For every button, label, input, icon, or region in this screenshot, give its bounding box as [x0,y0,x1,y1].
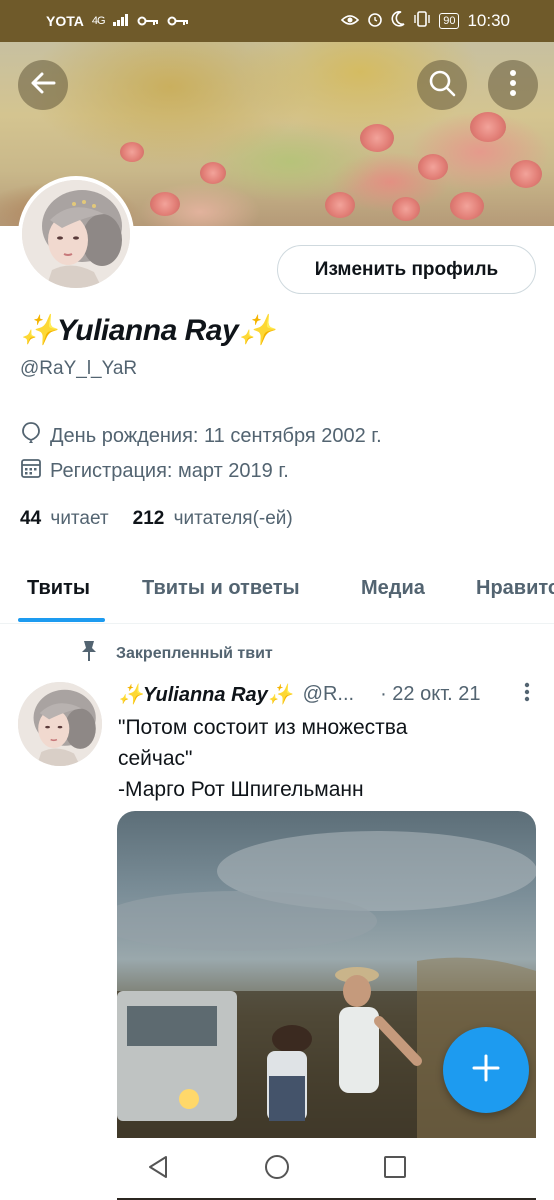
avatar-portrait-image [18,682,102,766]
battery-level: 90 [439,13,460,29]
more-options-button[interactable] [488,60,538,110]
vpn-key-icon [167,13,189,30]
tweet-text-line: сейчас" [118,747,193,770]
following-link[interactable]: 44 читает [20,508,109,530]
compose-tweet-button[interactable] [443,1027,529,1113]
tweet-more-button[interactable] [515,682,538,702]
joined-row: Регистрация: март 2019 г. [20,457,289,485]
balloon-icon [20,421,42,451]
following-label: читает [50,508,109,529]
network-label: 4G [91,15,106,27]
back-button[interactable] [18,60,68,110]
banner-flower [325,192,355,218]
banner-flower [120,142,144,162]
more-vertical-icon [524,682,530,702]
banner-flower [360,124,394,152]
signal-icon [112,13,129,30]
status-left: YOTA 4G [46,13,189,30]
banner-flower [150,192,180,216]
tweet-author-handle[interactable]: @R... [303,683,354,706]
calendar-icon [20,457,42,485]
carrier-label: YOTA [46,13,84,29]
status-right: 90 10:30 [341,11,510,31]
profile-display-name: ✨Yulianna Ray✨ [20,314,276,347]
more-vertical-icon [509,69,517,101]
joined-text: Регистрация: март 2019 г. [50,459,289,482]
vpn-key-icon [137,13,159,30]
tab-likes[interactable]: Нравится [476,577,554,600]
tweet-author-name[interactable]: ✨Yulianna Ray✨ [118,682,293,707]
banner-flower [470,112,506,142]
followers-count: 212 [132,508,165,529]
alarm-icon [367,11,383,31]
edit-profile-button[interactable]: Изменить профиль [277,245,536,294]
search-icon [428,69,456,102]
followers-label: читателя(-ей) [173,508,293,529]
tab-tweets-and-replies[interactable]: Твиты и ответы [142,577,300,600]
status-bar: YOTA 4G 90 10:30 [0,0,554,42]
banner-flower [450,192,484,220]
moon-icon [391,11,405,31]
tweet-text-line: -Марго Рот Шпигельманн [118,778,364,801]
tweet-text: "Потом состоит из множества сейчас" -Мар… [118,712,538,805]
system-nav-bar [0,1138,554,1200]
banner-flower [418,154,448,180]
avatar-portrait-image [22,180,130,288]
tab-media[interactable]: Медиа [361,577,425,600]
search-button[interactable] [417,60,467,110]
tweet-date[interactable]: · 22 окт. 21 [380,683,480,706]
banner-flower [392,197,420,221]
pinned-indicator: Закрепленный твит [80,640,273,667]
plus-icon [471,1053,501,1088]
clock: 10:30 [467,11,510,30]
pinned-label: Закрепленный твит [116,644,273,662]
banner-flower [200,162,226,184]
birthday-row: День рождения: 11 сентября 2002 г. [20,421,382,451]
tab-tweets[interactable]: Твиты [27,577,90,600]
back-triangle-icon[interactable] [146,1154,172,1185]
tweet-author-avatar[interactable] [18,682,102,766]
tweet-header: ✨Yulianna Ray✨ @R... · 22 окт. 21 [118,682,538,707]
profile-handle: @RaY_l_YaR [20,358,138,379]
pin-icon [80,640,98,667]
vibrate-icon [413,11,431,31]
followers-link[interactable]: 212 читателя(-ей) [133,508,293,530]
tweet-text-line: "Потом состоит из множества [118,716,408,739]
profile-avatar[interactable] [18,176,134,292]
follow-stats: 44 читает 212 читателя(-ей) [20,508,293,530]
following-count: 44 [20,508,42,529]
active-tab-indicator [18,618,105,622]
arrow-left-icon [30,72,56,99]
profile-tabs: Твиты Твиты и ответы Медиа Нравится [0,560,554,624]
home-circle-icon[interactable] [263,1153,291,1186]
recents-square-icon[interactable] [382,1154,408,1185]
eye-icon [341,13,360,30]
banner-flower [510,160,542,188]
birthday-text: День рождения: 11 сентября 2002 г. [50,424,382,447]
